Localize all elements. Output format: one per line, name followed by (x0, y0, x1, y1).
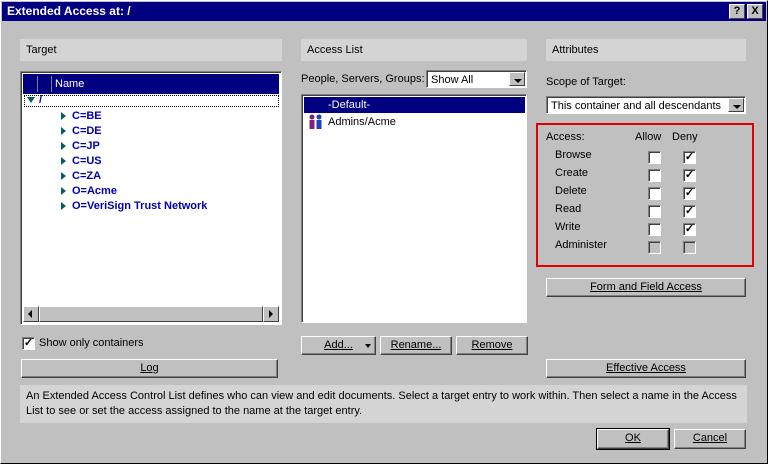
scope-value: This container and all descendants (551, 100, 721, 112)
read-deny-checkbox[interactable]: ✓ (683, 205, 696, 218)
right-label-write: Write (555, 221, 581, 233)
log-button[interactable]: Log (21, 359, 278, 378)
cancel-button[interactable]: Cancel (674, 429, 746, 449)
filter-value: Show All (431, 74, 474, 86)
add-button[interactable]: Add... (301, 336, 376, 355)
expanded-triangle-icon (27, 97, 35, 103)
attributes-header: Attributes (546, 39, 746, 61)
dropdown-arrow-icon[interactable] (728, 98, 744, 112)
right-label-read: Read (555, 203, 582, 215)
right-label-delete: Delete (555, 185, 587, 197)
tree-item[interactable]: C=JP (61, 140, 100, 152)
delete-deny-checkbox[interactable]: ✓ (683, 187, 696, 200)
create-deny-checkbox[interactable]: ✓ (683, 169, 696, 182)
collapsed-triangle-icon (61, 187, 66, 195)
collapsed-triangle-icon (61, 157, 66, 165)
tree-column-header: Name (23, 74, 279, 94)
write-deny-checkbox[interactable]: ✓ (683, 223, 696, 236)
administer-deny-checkbox[interactable] (683, 241, 696, 254)
tree-item[interactable]: O=Acme (61, 185, 117, 197)
scroll-thumb[interactable] (39, 306, 263, 322)
access-list-item[interactable]: Admins/Acme (304, 114, 525, 130)
show-only-containers-label[interactable]: Show only containers (39, 337, 144, 349)
allow-column-label: Allow (635, 131, 662, 143)
right-label-create: Create (555, 167, 589, 179)
browse-deny-checkbox[interactable]: ✓ (683, 151, 696, 164)
tree-root-row[interactable]: / (24, 94, 279, 107)
group-icon (307, 114, 325, 133)
description-text: An Extended Access Control List defines … (20, 385, 747, 423)
show-only-containers-checkbox[interactable]: ✓ (22, 337, 35, 350)
deny-column-label: Deny (672, 131, 698, 143)
browse-allow-checkbox[interactable] (648, 151, 661, 164)
rename-button[interactable]: Rename... (380, 336, 452, 355)
access-list-header: Access List (301, 39, 527, 61)
tree-item[interactable]: O=VeriSign Trust Network (61, 200, 207, 212)
write-allow-checkbox[interactable] (648, 223, 661, 236)
target-tree-panel: Name / C=BE C=DE C=JP C=US C=ZA O=Acme O… (20, 71, 282, 325)
tree-item[interactable]: C=US (61, 155, 102, 167)
effective-access-button[interactable]: Effective Access (546, 359, 746, 378)
administer-allow-checkbox[interactable] (648, 241, 661, 254)
access-list-item[interactable]: -Default- (304, 97, 525, 113)
dropdown-arrow-icon[interactable] (509, 72, 525, 86)
help-button[interactable]: ? (729, 4, 745, 19)
collapsed-triangle-icon (61, 127, 66, 135)
arrow-right-icon (269, 310, 273, 318)
create-allow-checkbox[interactable] (648, 169, 661, 182)
collapsed-triangle-icon (61, 112, 66, 120)
close-button[interactable]: X (747, 4, 763, 19)
scope-label: Scope of Target: (546, 76, 626, 88)
filter-select[interactable]: Show All (426, 70, 527, 88)
collapsed-triangle-icon (61, 202, 66, 210)
target-header: Target (20, 39, 282, 61)
collapsed-triangle-icon (61, 172, 66, 180)
window-title: Extended Access at: / (7, 4, 131, 18)
tree-root-label: / (39, 94, 43, 106)
remove-button[interactable]: Remove (456, 336, 528, 355)
collapsed-triangle-icon (61, 142, 66, 150)
form-field-access-button[interactable]: Form and Field Access (546, 278, 746, 297)
scroll-right-button[interactable] (263, 306, 279, 322)
title-bar[interactable]: Extended Access at: / ? X (2, 2, 766, 21)
ok-button[interactable]: OK (596, 428, 670, 450)
access-label: Access: (546, 131, 585, 143)
tree-item[interactable]: C=DE (61, 125, 102, 137)
arrow-left-icon (28, 310, 32, 318)
scope-select[interactable]: This container and all descendants (546, 96, 746, 114)
extended-access-dialog: Extended Access at: / ? X Target Name / … (0, 0, 768, 464)
tree-item[interactable]: C=BE (61, 110, 102, 122)
read-allow-checkbox[interactable] (648, 205, 661, 218)
access-list-box: -Default- Admins/Acme (301, 94, 527, 323)
delete-allow-checkbox[interactable] (648, 187, 661, 200)
scroll-left-button[interactable] (23, 306, 39, 322)
right-label-administer: Administer (555, 239, 607, 251)
horizontal-scrollbar[interactable] (23, 306, 279, 322)
column-name-label[interactable]: Name (55, 78, 84, 90)
filter-label: People, Servers, Groups: (301, 73, 425, 85)
right-label-browse: Browse (555, 149, 592, 161)
dropdown-arrow-icon (365, 344, 371, 348)
tree-item[interactable]: C=ZA (61, 170, 101, 182)
